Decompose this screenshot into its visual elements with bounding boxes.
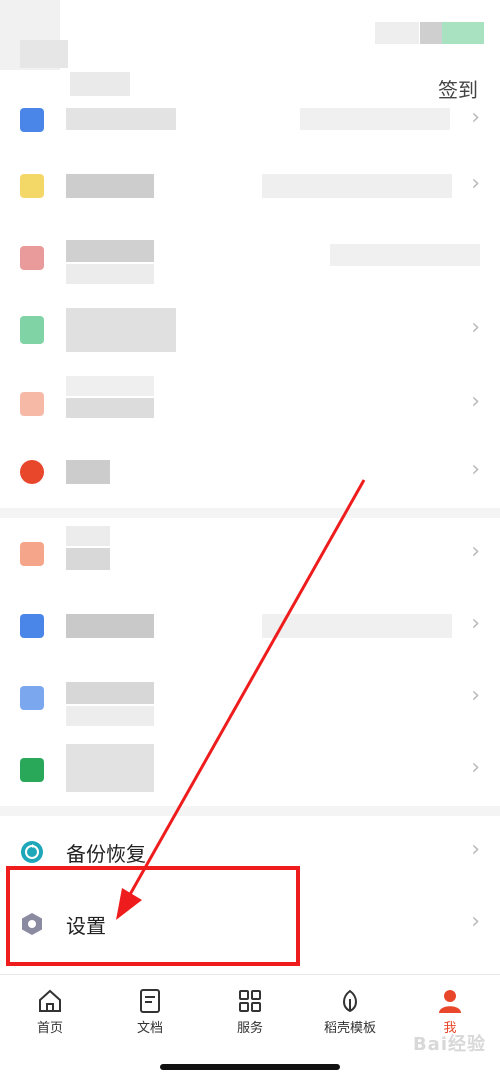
folder-icon (20, 108, 44, 132)
blurred-username (70, 72, 130, 96)
list-item[interactable] (0, 222, 500, 294)
app-icon (20, 542, 44, 566)
home-indicator (160, 1064, 340, 1070)
list-item[interactable]: › (0, 734, 500, 806)
user-icon (439, 990, 461, 1013)
file-icon (20, 246, 44, 270)
card-icon (20, 686, 44, 710)
signin-button[interactable]: 签到 (438, 74, 478, 103)
chevron-right-icon: › (471, 457, 480, 482)
list-item[interactable]: › (0, 368, 500, 440)
chevron-right-icon: › (471, 909, 480, 934)
list-item[interactable]: › (0, 590, 500, 662)
section-divider (0, 508, 500, 518)
tab-documents[interactable]: 文档 (100, 983, 200, 1039)
tab-templates[interactable]: 稻壳模板 (300, 983, 400, 1039)
list-item[interactable]: › (0, 662, 500, 734)
message-icon (20, 460, 44, 484)
blurred-badge (375, 22, 419, 44)
annotation-highlight-box (6, 866, 300, 966)
list-item[interactable]: › (0, 518, 500, 590)
watermark: Bai经验 (412, 1034, 486, 1055)
home-icon (39, 989, 61, 1012)
graduation-icon (20, 758, 44, 782)
list-item[interactable]: › (0, 100, 500, 140)
chevron-right-icon: › (471, 611, 480, 636)
note-icon (20, 174, 44, 198)
list-item[interactable]: › (0, 436, 500, 508)
sheet-icon (20, 316, 44, 344)
tab-home[interactable]: 首页 (0, 983, 100, 1039)
vip-badge[interactable] (442, 22, 484, 44)
list-item[interactable]: › (0, 150, 500, 222)
chevron-right-icon: › (471, 837, 480, 862)
chevron-right-icon: › (471, 755, 480, 780)
document-icon (140, 989, 160, 1013)
backup-restore-label: 备份恢复 (66, 842, 146, 866)
blurred-text (20, 40, 68, 68)
chevron-right-icon: › (471, 539, 480, 564)
profile-header: 签到 (0, 0, 500, 112)
grid-icon (239, 990, 261, 1012)
chevron-right-icon: › (471, 105, 480, 130)
chevron-right-icon: › (471, 683, 480, 708)
leaf-icon (343, 989, 357, 1013)
backup-icon (20, 840, 44, 864)
section-divider (0, 806, 500, 816)
tab-services[interactable]: 服务 (200, 983, 300, 1039)
chevron-right-icon: › (471, 389, 480, 414)
share-icon (20, 392, 44, 416)
chevron-right-icon: › (471, 171, 480, 196)
chevron-right-icon: › (471, 315, 480, 340)
blurred-badge (420, 22, 442, 44)
list-item[interactable]: › (0, 294, 500, 364)
bag-icon (20, 614, 44, 638)
